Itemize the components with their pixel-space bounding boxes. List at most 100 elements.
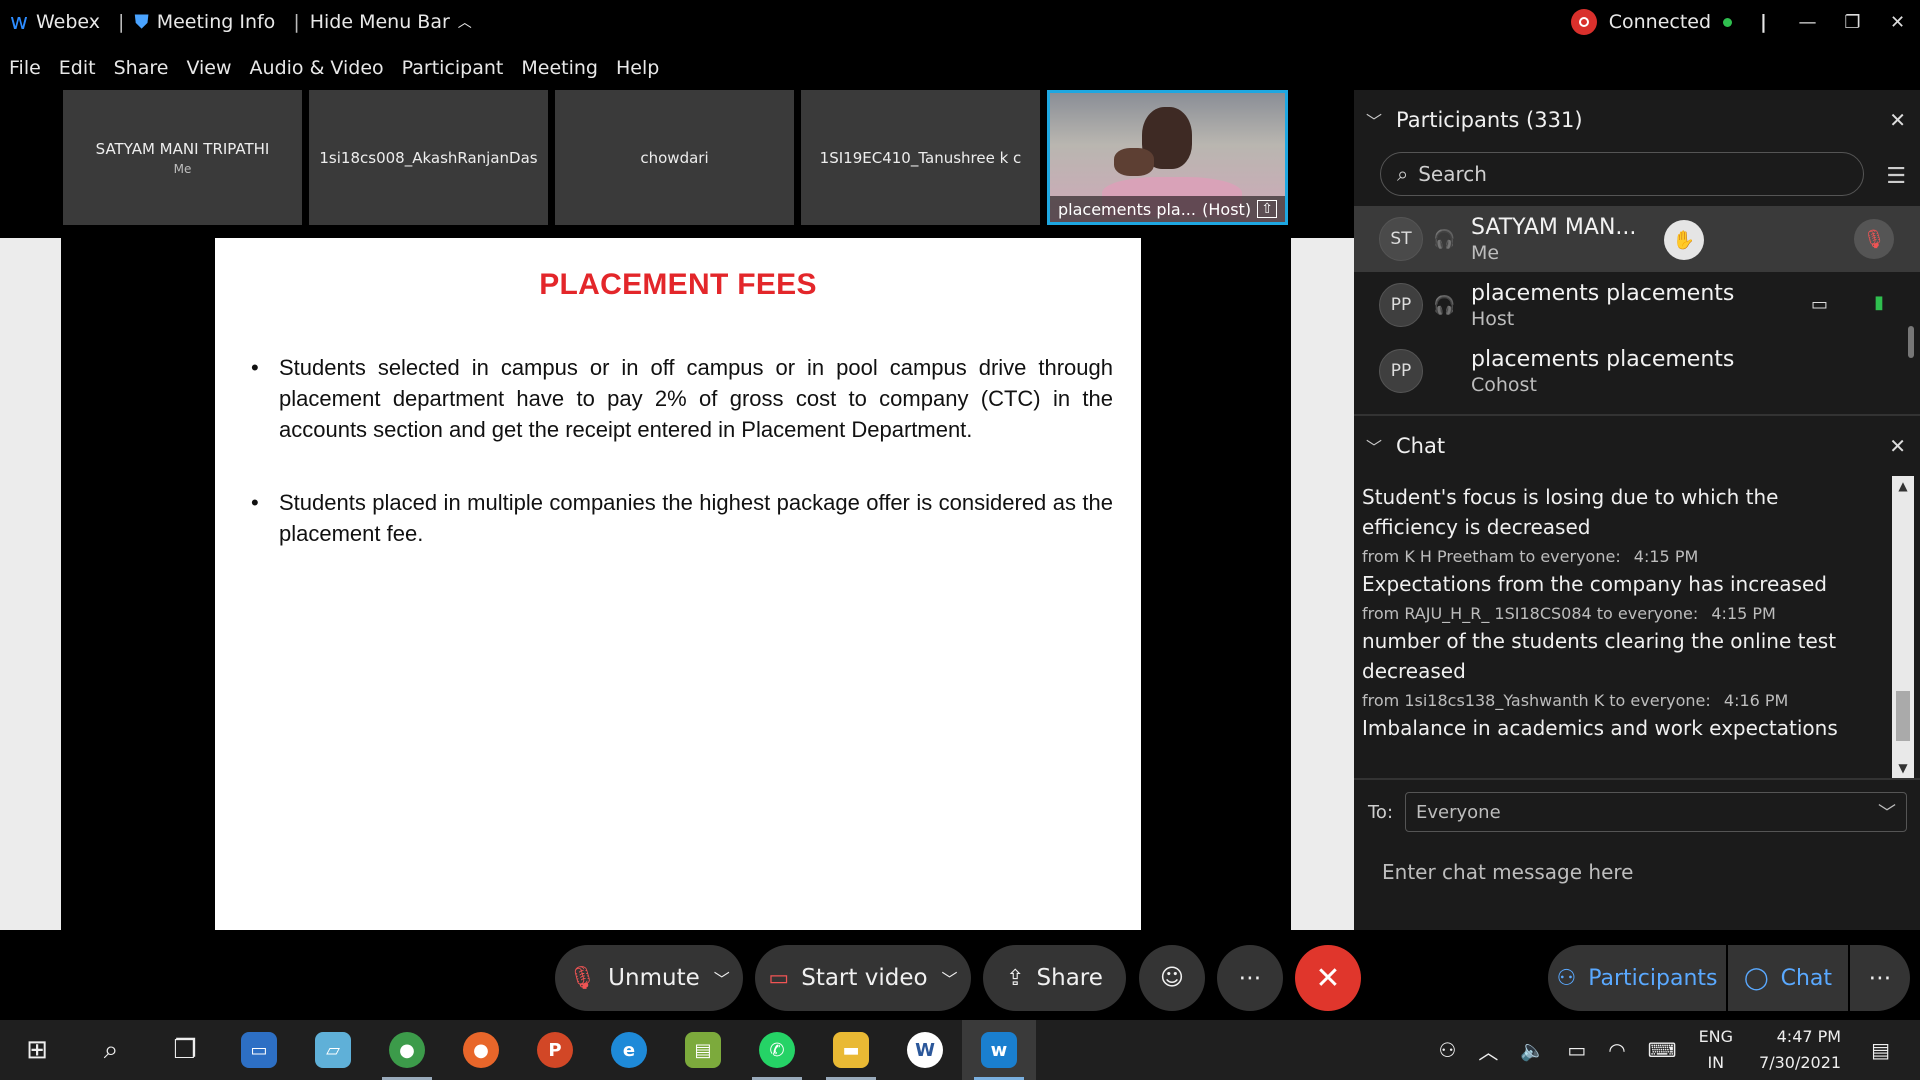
emoji-icon: ☺ [1160, 965, 1184, 991]
edge-icon[interactable]: e [592, 1020, 666, 1080]
task-view-icon[interactable]: ❐ [148, 1020, 222, 1080]
menu-file[interactable]: File [9, 57, 41, 79]
divider: | [118, 11, 125, 33]
notification-icon[interactable]: ▤ [1871, 1038, 1890, 1062]
meeting-info-button[interactable]: ⛊ Meeting Info [134, 11, 275, 33]
whatsapp-icon[interactable]: ✆ [740, 1020, 814, 1080]
restore-icon[interactable]: ❐ [1830, 0, 1875, 44]
spreadsheet-app-icon[interactable]: ▤ [666, 1020, 740, 1080]
wifi-icon[interactable]: ◠ [1608, 1038, 1625, 1062]
participants-panel-button[interactable]: ⚇ Participants [1548, 945, 1726, 1011]
chat-message-input[interactable]: Enter chat message here [1354, 832, 1920, 884]
chat-sender-name: from 1si18cs138_Yashwanth K to everyone: [1362, 691, 1711, 710]
presentation-slide: PLACEMENT FEES Students selected in camp… [215, 238, 1141, 930]
clock-time: 4:47 PM [1776, 1027, 1842, 1046]
panel-more-button[interactable]: ⋯ [1850, 945, 1910, 1011]
menu-audio-video[interactable]: Audio & Video [250, 57, 384, 79]
laptop-app-icon[interactable]: ▭ [222, 1020, 296, 1080]
keyboard-icon[interactable]: ⌨ [1648, 1038, 1677, 1062]
sort-icon[interactable]: ☰ [1886, 164, 1906, 189]
participant-role: Host [1471, 307, 1515, 330]
people-icon[interactable]: ⚇ [1438, 1038, 1456, 1062]
volume-icon[interactable]: 🔈 [1520, 1038, 1545, 1062]
reactions-button[interactable]: ☺ [1139, 945, 1205, 1011]
menu-meeting[interactable]: Meeting [521, 57, 598, 79]
close-icon[interactable]: ✕ [1889, 108, 1906, 132]
close-icon[interactable]: ✕ [1889, 434, 1906, 458]
recording-icon[interactable] [1570, 9, 1597, 35]
raise-hand-icon[interactable]: ✋ [1664, 220, 1704, 260]
close-window-icon[interactable]: ✕ [1875, 0, 1920, 44]
thumbnail-participant[interactable]: chowdari [555, 90, 794, 225]
chevron-up-icon[interactable]: ︿ [1478, 1036, 1498, 1065]
chat-messages: Student's focus is losing due to which t… [1354, 476, 1920, 778]
menu-participant[interactable]: Participant [402, 57, 504, 79]
chat-time: 4:15 PM [1633, 547, 1699, 566]
thumbnail-participant[interactable]: 1SI19EC410_Tanushree k c [801, 90, 1040, 225]
chat-message: number of the students clearing the onli… [1362, 629, 1837, 683]
firefox-icon[interactable]: ● [444, 1020, 518, 1080]
notepad-app-icon[interactable]: ▱ [296, 1020, 370, 1080]
menu-edit[interactable]: Edit [59, 57, 96, 79]
thumbnail-self[interactable]: SATYAM MANI TRIPATHI Me [63, 90, 302, 225]
clock[interactable]: 4:47 PM 7/30/2021 [1759, 1024, 1841, 1076]
webex-taskbar-icon[interactable]: ᴡ [962, 1020, 1036, 1080]
chevron-down-icon[interactable]: ﹀ [1366, 108, 1382, 132]
battery-icon[interactable]: ▭ [1567, 1038, 1586, 1062]
divider: | [293, 11, 300, 33]
meeting-controls: 🎙 Unmute ﹀ ▭ Start video ﹀ ⇪ Share ☺ ⋯ ✕… [0, 930, 1920, 1020]
file-explorer-icon[interactable]: ▬ [814, 1020, 888, 1080]
participant-name-block: placements placements Cohost [1471, 347, 1734, 396]
thumbnail-sub: Me [173, 161, 192, 176]
more-options-button[interactable]: ⋯ [1217, 945, 1283, 1011]
chat-sender: from 1si18cs138_Yashwanth K to everyone:… [1362, 688, 1880, 713]
scroll-down-icon[interactable]: ▼ [1892, 758, 1914, 778]
minimize-icon[interactable]: — [1785, 0, 1830, 44]
chat-scrollbar[interactable]: ▲ ▼ [1892, 476, 1914, 778]
slide-bullets: Students selected in campus or in off ca… [251, 352, 1113, 549]
list-item[interactable]: PP placements placements Cohost [1354, 338, 1920, 404]
share-button[interactable]: ⇪ Share [983, 945, 1126, 1011]
recipient-value: Everyone [1416, 801, 1501, 823]
slide-bullet: Students placed in multiple companies th… [251, 487, 1113, 549]
camera-icon: ▭ [1810, 294, 1828, 315]
thumbnail-host-video[interactable]: placements pla... (Host) ⇧ [1047, 90, 1288, 225]
thumbnail-participant[interactable]: 1si18cs008_AkashRanjanDas [309, 90, 548, 225]
chat-time: 4:16 PM [1723, 691, 1789, 710]
scroll-up-icon[interactable]: ▲ [1892, 476, 1914, 496]
hide-menu-bar-button[interactable]: Hide Menu Bar ︿ [310, 11, 472, 33]
powerpoint-icon[interactable]: P [518, 1020, 592, 1080]
chevron-down-icon: ﹀ [1878, 803, 1897, 824]
language-indicator[interactable]: ENG IN [1699, 1024, 1733, 1076]
participant-role: Cohost [1471, 373, 1537, 396]
participants-scrollbar[interactable] [1908, 326, 1914, 358]
meeting-info-label: Meeting Info [156, 11, 276, 33]
leave-meeting-button[interactable]: ✕ [1295, 945, 1361, 1011]
menu-view[interactable]: View [186, 57, 231, 79]
start-video-button[interactable]: ▭ Start video ﹀ [755, 945, 971, 1011]
chrome-icon[interactable]: ● [370, 1020, 444, 1080]
chat-sender: from RAJU_H_R_ 1SI18CS084 to everyone: 4… [1362, 601, 1880, 626]
windows-start-icon[interactable]: ⊞ [0, 1020, 74, 1080]
scroll-thumb[interactable] [1896, 691, 1910, 741]
shield-icon: ⛊ [134, 11, 149, 33]
chat-sender: from K H Preetham to everyone: 4:15 PM [1362, 544, 1880, 569]
chevron-down-icon[interactable]: ﹀ [942, 966, 958, 990]
unmute-button[interactable]: 🎙 Unmute ﹀ [555, 945, 743, 1011]
webex-app[interactable]: ᴡ Webex [10, 10, 100, 35]
list-item[interactable]: ST 🎧 SATYAM MAN... Me ✋ 🎙 [1354, 206, 1920, 272]
search-icon[interactable]: ⌕ [74, 1020, 148, 1080]
chevron-down-icon[interactable]: ﹀ [1366, 434, 1382, 458]
chat-message: Student's focus is losing due to which t… [1362, 485, 1779, 539]
menu-share[interactable]: Share [114, 57, 169, 79]
close-icon: ✕ [1315, 960, 1341, 996]
menu-help[interactable]: Help [616, 57, 659, 79]
muted-mic-icon[interactable]: 🎙 [1854, 219, 1894, 259]
system-tray: ⚇ ︿ 🔈 ▭ ◠ ⌨ ENG IN 4:47 PM 7/30/2021 ▤ [1438, 1020, 1920, 1080]
chat-panel-button[interactable]: ◯ Chat [1728, 945, 1848, 1011]
recipient-select[interactable]: Everyone ﹀ [1405, 792, 1908, 832]
list-item[interactable]: PP 🎧 placements placements Host ▭ ▮ [1354, 272, 1920, 338]
chevron-down-icon[interactable]: ﹀ [714, 966, 730, 990]
search-input[interactable]: ⌕ Search [1380, 152, 1864, 196]
word-app-icon[interactable]: W [888, 1020, 962, 1080]
